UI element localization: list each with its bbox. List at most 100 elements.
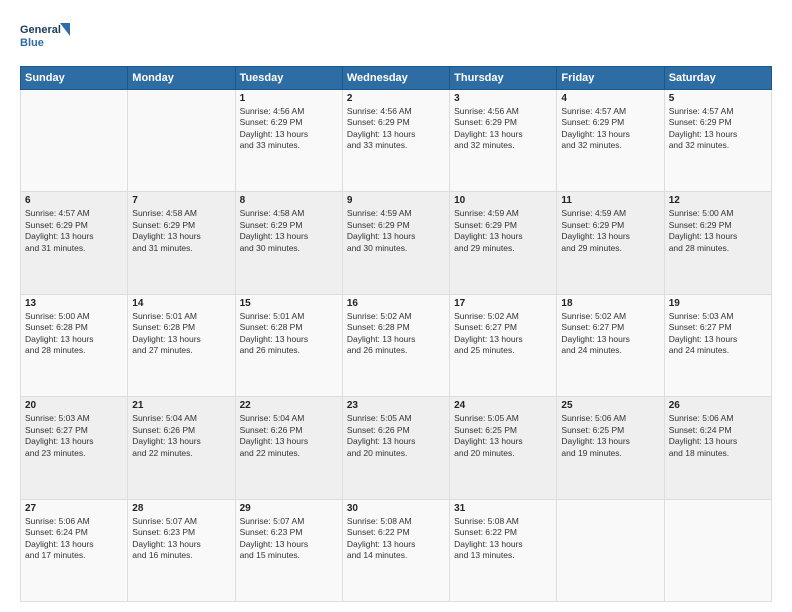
calendar-cell: 11 Sunrise: 4:59 AMSunset: 6:29 PMDayligh… — [557, 192, 664, 294]
week-row-5: 27Sunrise: 5:06 AMSunset: 6:24 PMDayligh… — [21, 499, 772, 601]
cell-info: Sunrise: 5:01 AMSunset: 6:28 PMDaylight:… — [240, 311, 338, 357]
calendar-cell: 8 Sunrise: 4:58 AMSunset: 6:29 PMDaylight… — [235, 192, 342, 294]
calendar-cell: 23 Sunrise: 5:05 AMSunset: 6:26 PMDayligh… — [342, 397, 449, 499]
week-row-3: 13Sunrise: 5:00 AMSunset: 6:28 PMDayligh… — [21, 294, 772, 396]
calendar-cell — [557, 499, 664, 601]
weekday-sunday: Sunday — [21, 67, 128, 90]
day-number: 12 — [669, 195, 767, 206]
page: General Blue SundayMondayTuesdayWednesda… — [0, 0, 792, 612]
header: General Blue — [20, 18, 772, 56]
day-number: 9 — [347, 195, 445, 206]
calendar-cell: 7Sunrise: 4:58 AMSunset: 6:29 PMDaylight… — [128, 192, 235, 294]
calendar-cell — [128, 90, 235, 192]
calendar-cell: 30 Sunrise: 5:08 AMSunset: 6:22 PMDayligh… — [342, 499, 449, 601]
calendar-cell: 20 Sunrise: 5:03 AMSunset: 6:27 PMDayligh… — [21, 397, 128, 499]
day-number: 21 — [132, 400, 230, 411]
calendar-cell: 14 Sunrise: 5:01 AMSunset: 6:28 PMDayligh… — [128, 294, 235, 396]
weekday-monday: Monday — [128, 67, 235, 90]
calendar-cell: 4 Sunrise: 4:57 AMSunset: 6:29 PMDaylight… — [557, 90, 664, 192]
day-number: 15 — [240, 298, 338, 309]
cell-info: Sunrise: 5:03 AMSunset: 6:27 PMDaylight:… — [669, 311, 767, 357]
weekday-wednesday: Wednesday — [342, 67, 449, 90]
calendar-cell: 28Sunrise: 5:07 AMSunset: 6:23 PMDayligh… — [128, 499, 235, 601]
cell-info: Sunrise: 5:05 AMSunset: 6:26 PMDaylight:… — [347, 413, 445, 459]
calendar-cell: 24Sunrise: 5:05 AMSunset: 6:25 PMDayligh… — [450, 397, 557, 499]
cell-info: Sunrise: 4:56 AMSunset: 6:29 PMDaylight:… — [347, 106, 445, 152]
cell-info: Sunrise: 4:59 AMSunset: 6:29 PMDaylight:… — [561, 208, 659, 254]
day-number: 6 — [25, 195, 123, 206]
calendar-cell: 22Sunrise: 5:04 AMSunset: 6:26 PMDayligh… — [235, 397, 342, 499]
weekday-tuesday: Tuesday — [235, 67, 342, 90]
day-number: 23 — [347, 400, 445, 411]
logo: General Blue — [20, 18, 70, 56]
calendar-cell: 15 Sunrise: 5:01 AMSunset: 6:28 PMDayligh… — [235, 294, 342, 396]
cell-info: Sunrise: 5:00 AMSunset: 6:29 PMDaylight:… — [669, 208, 767, 254]
weekday-saturday: Saturday — [664, 67, 771, 90]
day-number: 31 — [454, 503, 552, 514]
cell-info: Sunrise: 5:02 AMSunset: 6:27 PMDaylight:… — [454, 311, 552, 357]
cell-info: Sunrise: 5:06 AMSunset: 6:24 PMDaylight:… — [669, 413, 767, 459]
day-number: 26 — [669, 400, 767, 411]
day-number: 14 — [132, 298, 230, 309]
svg-text:Blue: Blue — [20, 37, 44, 49]
day-number: 11 — [561, 195, 659, 206]
day-number: 30 — [347, 503, 445, 514]
day-number: 29 — [240, 503, 338, 514]
calendar-cell: 27Sunrise: 5:06 AMSunset: 6:24 PMDayligh… — [21, 499, 128, 601]
calendar-cell — [664, 499, 771, 601]
day-number: 8 — [240, 195, 338, 206]
cell-info: Sunrise: 5:01 AMSunset: 6:28 PMDaylight:… — [132, 311, 230, 357]
logo-svg: General Blue — [20, 18, 70, 56]
day-number: 13 — [25, 298, 123, 309]
day-number: 25 — [561, 400, 659, 411]
cell-info: Sunrise: 5:02 AMSunset: 6:28 PMDaylight:… — [347, 311, 445, 357]
cell-info: Sunrise: 5:06 AMSunset: 6:24 PMDaylight:… — [25, 516, 123, 562]
day-number: 4 — [561, 93, 659, 104]
cell-info: Sunrise: 5:08 AMSunset: 6:22 PMDaylight:… — [454, 516, 552, 562]
day-number: 18 — [561, 298, 659, 309]
cell-info: Sunrise: 4:56 AMSunset: 6:29 PMDaylight:… — [240, 106, 338, 152]
cell-info: Sunrise: 4:57 AMSunset: 6:29 PMDaylight:… — [669, 106, 767, 152]
calendar-cell: 1 Sunrise: 4:56 AMSunset: 6:29 PMDaylight… — [235, 90, 342, 192]
cell-info: Sunrise: 4:59 AMSunset: 6:29 PMDaylight:… — [347, 208, 445, 254]
cell-info: Sunrise: 4:57 AMSunset: 6:29 PMDaylight:… — [25, 208, 123, 254]
weekday-thursday: Thursday — [450, 67, 557, 90]
cell-info: Sunrise: 5:04 AMSunset: 6:26 PMDaylight:… — [132, 413, 230, 459]
day-number: 5 — [669, 93, 767, 104]
week-row-2: 6 Sunrise: 4:57 AMSunset: 6:29 PMDaylight… — [21, 192, 772, 294]
calendar-cell: 19Sunrise: 5:03 AMSunset: 6:27 PMDayligh… — [664, 294, 771, 396]
cell-info: Sunrise: 4:58 AMSunset: 6:29 PMDaylight:… — [240, 208, 338, 254]
day-number: 2 — [347, 93, 445, 104]
calendar-cell: 29Sunrise: 5:07 AMSunset: 6:23 PMDayligh… — [235, 499, 342, 601]
calendar-cell — [21, 90, 128, 192]
day-number: 10 — [454, 195, 552, 206]
calendar-cell: 6 Sunrise: 4:57 AMSunset: 6:29 PMDaylight… — [21, 192, 128, 294]
calendar-cell: 31 Sunrise: 5:08 AMSunset: 6:22 PMDayligh… — [450, 499, 557, 601]
cell-info: Sunrise: 5:03 AMSunset: 6:27 PMDaylight:… — [25, 413, 123, 459]
day-number: 22 — [240, 400, 338, 411]
cell-info: Sunrise: 4:57 AMSunset: 6:29 PMDaylight:… — [561, 106, 659, 152]
day-number: 16 — [347, 298, 445, 309]
calendar-cell: 17Sunrise: 5:02 AMSunset: 6:27 PMDayligh… — [450, 294, 557, 396]
calendar-cell: 13Sunrise: 5:00 AMSunset: 6:28 PMDayligh… — [21, 294, 128, 396]
calendar-cell: 21 Sunrise: 5:04 AMSunset: 6:26 PMDayligh… — [128, 397, 235, 499]
cell-info: Sunrise: 4:59 AMSunset: 6:29 PMDaylight:… — [454, 208, 552, 254]
calendar-table: SundayMondayTuesdayWednesdayThursdayFrid… — [20, 66, 772, 602]
day-number: 3 — [454, 93, 552, 104]
week-row-1: 1 Sunrise: 4:56 AMSunset: 6:29 PMDaylight… — [21, 90, 772, 192]
cell-info: Sunrise: 5:08 AMSunset: 6:22 PMDaylight:… — [347, 516, 445, 562]
cell-info: Sunrise: 5:06 AMSunset: 6:25 PMDaylight:… — [561, 413, 659, 459]
calendar-cell: 9 Sunrise: 4:59 AMSunset: 6:29 PMDaylight… — [342, 192, 449, 294]
calendar-cell: 5 Sunrise: 4:57 AMSunset: 6:29 PMDaylight… — [664, 90, 771, 192]
calendar-cell: 12 Sunrise: 5:00 AMSunset: 6:29 PMDayligh… — [664, 192, 771, 294]
calendar-cell: 3Sunrise: 4:56 AMSunset: 6:29 PMDaylight… — [450, 90, 557, 192]
cell-info: Sunrise: 4:58 AMSunset: 6:29 PMDaylight:… — [132, 208, 230, 254]
day-number: 28 — [132, 503, 230, 514]
day-number: 20 — [25, 400, 123, 411]
calendar-cell: 25 Sunrise: 5:06 AMSunset: 6:25 PMDayligh… — [557, 397, 664, 499]
svg-text:General: General — [20, 24, 61, 36]
calendar-cell: 10 Sunrise: 4:59 AMSunset: 6:29 PMDayligh… — [450, 192, 557, 294]
cell-info: Sunrise: 5:05 AMSunset: 6:25 PMDaylight:… — [454, 413, 552, 459]
day-number: 1 — [240, 93, 338, 104]
calendar-cell: 26 Sunrise: 5:06 AMSunset: 6:24 PMDayligh… — [664, 397, 771, 499]
